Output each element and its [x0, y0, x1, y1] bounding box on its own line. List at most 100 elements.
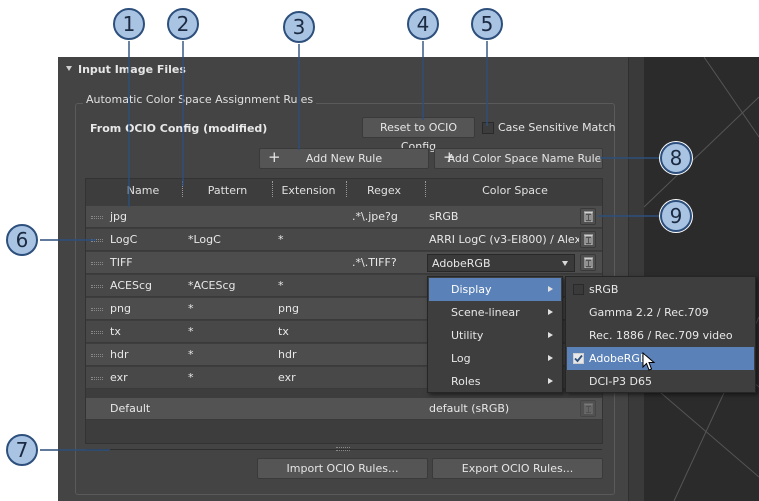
cell-name: TIFF — [110, 256, 133, 269]
column-header-pattern[interactable]: Pattern — [190, 184, 265, 197]
import-ocio-rules-button[interactable]: Import OCIO Rules... — [257, 458, 428, 479]
colorspace-category-menu: Display Scene-linear Utility Log Roles — [427, 276, 563, 393]
cell-extension: hdr — [278, 348, 297, 361]
column-resize-handle[interactable] — [182, 181, 184, 197]
cell-pattern: * — [188, 325, 194, 338]
cell-colorspace[interactable]: sRGB — [429, 210, 458, 223]
submenu-item-adobergb[interactable]: AdobeRGB — [567, 347, 754, 370]
callout-3: 3 — [283, 11, 315, 43]
column-resize-handle[interactable] — [425, 181, 427, 197]
cell-name: exr — [110, 371, 128, 384]
colorspace-dropdown[interactable]: AdobeRGB — [427, 254, 575, 272]
cell-name: hdr — [110, 348, 129, 361]
add-new-rule-button[interactable]: + Add New Rule — [259, 148, 429, 169]
section-title: Input Image Files — [78, 63, 186, 76]
table-row[interactable]: LogC *LogC * ARRI LogC (v3-EI800) / Alex… — [86, 229, 602, 251]
column-header-colorspace[interactable]: Color Space — [440, 184, 590, 197]
group-title: Automatic Color Space Assignment Rules — [83, 93, 317, 106]
chevron-right-icon — [548, 286, 553, 292]
chevron-right-icon — [548, 332, 553, 338]
splitter-grip-icon[interactable] — [336, 447, 350, 451]
cell-name: jpg — [110, 210, 128, 223]
submenu-item-srgb[interactable]: sRGB — [567, 278, 754, 301]
drag-handle-icon[interactable] — [91, 239, 103, 242]
checkmark-icon — [573, 353, 584, 364]
delete-rule-button[interactable] — [580, 254, 596, 271]
column-resize-handle[interactable] — [272, 181, 274, 197]
delete-rule-button[interactable] — [580, 208, 596, 225]
import-label: Import OCIO Rules... — [286, 462, 399, 475]
cell-extension: exr — [278, 371, 296, 384]
plus-icon: + — [443, 148, 456, 166]
mouse-cursor-icon — [642, 352, 656, 371]
config-source-label: From OCIO Config (modified) — [90, 122, 268, 135]
cell-name: png — [110, 302, 131, 315]
callout-2: 2 — [167, 8, 199, 40]
drag-handle-icon[interactable] — [91, 377, 103, 380]
column-resize-handle[interactable] — [346, 181, 348, 197]
submenu-item-gamma22[interactable]: Gamma 2.2 / Rec.709 — [567, 301, 754, 324]
drag-handle-icon[interactable] — [91, 331, 103, 334]
case-sensitive-checkbox[interactable] — [482, 122, 494, 134]
drag-handle-icon[interactable] — [91, 354, 103, 357]
export-label: Export OCIO Rules... — [461, 462, 574, 475]
cell-extension: * — [278, 233, 284, 246]
cell-pattern: * — [188, 302, 194, 315]
cell-name: LogC — [110, 233, 138, 246]
cell-extension: tx — [278, 325, 289, 338]
case-sensitive-label: Case Sensitive Match — [498, 121, 616, 134]
cell-name: Default — [110, 402, 151, 415]
menu-item-scene-linear[interactable]: Scene-linear — [429, 301, 561, 324]
menu-item-utility[interactable]: Utility — [429, 324, 561, 347]
cell-colorspace[interactable]: ARRI LogC (v3-EI800) / Alexa\ — [429, 233, 579, 246]
table-row[interactable]: jpg .*\.jpe?g sRGB — [86, 206, 602, 228]
trash-icon — [584, 211, 593, 222]
callout-6: 6 — [6, 224, 38, 256]
chevron-down-icon — [562, 261, 568, 266]
table-row[interactable]: TIFF .*\.TIFF? AdobeRGB — [86, 252, 602, 274]
trash-icon — [584, 234, 593, 245]
trash-icon — [584, 403, 593, 414]
chevron-right-icon — [548, 378, 553, 384]
cell-name: tx — [110, 325, 121, 338]
table-row-default[interactable]: Default default (sRGB) — [86, 398, 602, 420]
cell-regex: .*\.jpe?g — [352, 210, 398, 223]
column-header-extension[interactable]: Extension — [276, 184, 341, 197]
submenu-item-rec1886[interactable]: Rec. 1886 / Rec.709 video — [567, 324, 754, 347]
menu-item-log[interactable]: Log — [429, 347, 561, 370]
drag-handle-icon[interactable] — [91, 285, 103, 288]
cell-pattern: * — [188, 371, 194, 384]
export-ocio-rules-button[interactable]: Export OCIO Rules... — [432, 458, 603, 479]
trash-icon — [584, 257, 593, 268]
colorspace-dropdown-value: AdobeRGB — [432, 257, 491, 270]
add-colorspace-name-rule-button[interactable]: + Add Color Space Name Rule — [434, 148, 603, 169]
drag-handle-icon[interactable] — [91, 308, 103, 311]
menu-item-roles[interactable]: Roles — [429, 370, 561, 393]
drag-handle-icon[interactable] — [91, 216, 103, 219]
delete-rule-button[interactable] — [580, 231, 596, 248]
add-rule-label: Add New Rule — [305, 152, 383, 165]
cell-extension: png — [278, 302, 299, 315]
cell-extension: * — [278, 279, 284, 292]
submenu-item-dcip3[interactable]: DCI-P3 D65 — [567, 370, 754, 393]
section-header[interactable]: Input Image Files — [66, 63, 186, 76]
collapse-triangle-icon — [66, 66, 72, 71]
plus-icon: + — [268, 148, 281, 166]
cell-regex: .*\.TIFF? — [352, 256, 397, 269]
column-header-regex[interactable]: Regex — [352, 184, 416, 197]
cell-name: ACEScg — [110, 279, 152, 292]
cell-colorspace[interactable]: default (sRGB) — [429, 402, 509, 415]
menu-item-display[interactable]: Display — [429, 278, 561, 301]
chevron-right-icon — [548, 355, 553, 361]
reset-to-ocio-button[interactable]: Reset to OCIO Config — [362, 117, 475, 153]
cell-pattern: *LogC — [188, 233, 221, 246]
callout-8: 8 — [660, 142, 692, 174]
chevron-right-icon — [548, 309, 553, 315]
checkbox-icon — [573, 284, 584, 295]
add-name-rule-label: Add Color Space Name Rule — [447, 152, 602, 165]
drag-handle-icon[interactable] — [91, 262, 103, 265]
cell-pattern: *ACEScg — [188, 279, 236, 292]
cell-pattern: * — [188, 348, 194, 361]
colorspace-submenu: sRGB Gamma 2.2 / Rec.709 Rec. 1886 / Rec… — [565, 276, 756, 393]
column-header-name[interactable]: Name — [113, 184, 173, 197]
